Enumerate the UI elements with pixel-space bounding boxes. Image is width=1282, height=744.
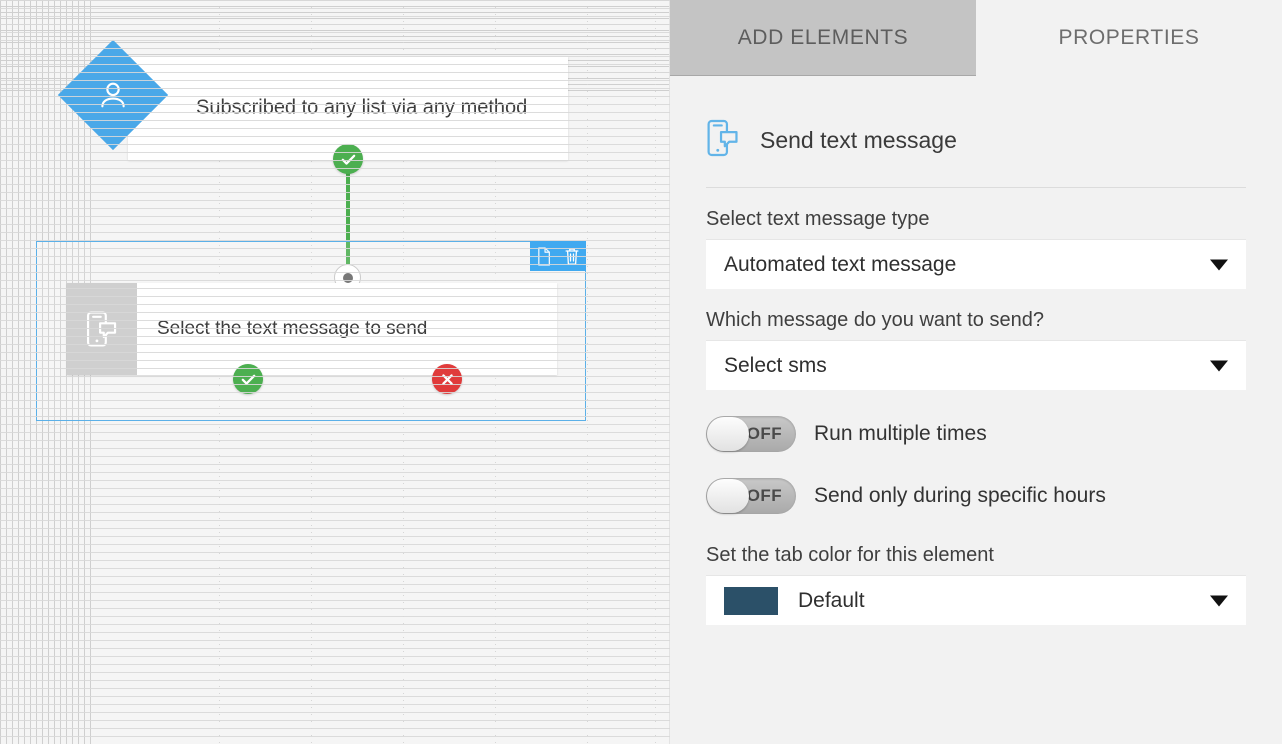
specific-hours-toggle[interactable]: OFF (706, 478, 796, 514)
tab-color-value: Default (798, 588, 865, 612)
panel-element-header: Send text message (706, 76, 1246, 188)
action-no-badge[interactable] (432, 364, 462, 394)
sms-phone-icon (67, 283, 137, 375)
tab-color-select[interactable]: Default (706, 575, 1246, 625)
grid-line (587, 0, 588, 744)
message-type-label: Select text message type (706, 208, 930, 230)
which-message-label: Which message do you want to send? (706, 309, 1044, 331)
run-multiple-times-row: OFF Run multiple times (706, 416, 1246, 452)
run-multiple-times-label: Run multiple times (814, 422, 987, 445)
workflow-builder-screen: Subscribed to any list via any method Se… (0, 0, 1282, 744)
toggle-knob (707, 417, 749, 451)
which-message-select[interactable]: Select sms (706, 340, 1246, 390)
specific-hours-label: Send only during specific hours (814, 484, 1106, 507)
tab-properties[interactable]: PROPERTIES (976, 0, 1282, 76)
panel-body: Send text message Select text message ty… (670, 76, 1282, 744)
document-copy-icon[interactable] (533, 245, 555, 267)
action-yes-badge[interactable] (233, 364, 263, 394)
trash-icon[interactable] (561, 245, 583, 267)
message-type-select[interactable]: Automated text message (706, 239, 1246, 289)
workflow-canvas[interactable]: Subscribed to any list via any method Se… (0, 0, 670, 744)
specific-hours-state: OFF (746, 486, 782, 505)
which-message-value: Select sms (724, 353, 827, 377)
chevron-down-icon (1210, 259, 1228, 270)
panel-tabs: ADD ELEMENTS PROPERTIES (670, 0, 1282, 76)
message-type-value: Automated text message (724, 252, 957, 276)
run-multiple-times-toggle[interactable]: OFF (706, 416, 796, 452)
toggle-knob (707, 479, 749, 513)
connector-yes-badge[interactable] (333, 144, 363, 174)
specific-hours-row: OFF Send only during specific hours (706, 478, 1246, 514)
tab-color-label: Set the tab color for this element (706, 544, 994, 566)
action-node-card[interactable]: Select the text message to send (67, 283, 557, 375)
tab-add-elements-label: ADD ELEMENTS (737, 25, 909, 49)
tab-properties-label: PROPERTIES (1058, 26, 1200, 49)
tab-color-swatch (724, 586, 778, 615)
chevron-down-icon (1210, 595, 1228, 606)
panel-element-title: Send text message (760, 127, 957, 153)
sms-phone-icon (706, 118, 740, 163)
trigger-node-badge (57, 39, 169, 151)
node-toolbar[interactable] (530, 241, 586, 271)
properties-panel: ADD ELEMENTS PROPERTIES Send text messag… (670, 0, 1282, 744)
chevron-down-icon (1210, 360, 1228, 371)
trigger-node-title: Subscribed to any list via any method (196, 96, 528, 119)
grid-line (655, 0, 656, 744)
person-icon (74, 56, 152, 134)
run-multiple-times-state: OFF (746, 424, 782, 443)
action-node-title: Select the text message to send (157, 318, 428, 339)
tab-add-elements[interactable]: ADD ELEMENTS (670, 0, 976, 76)
